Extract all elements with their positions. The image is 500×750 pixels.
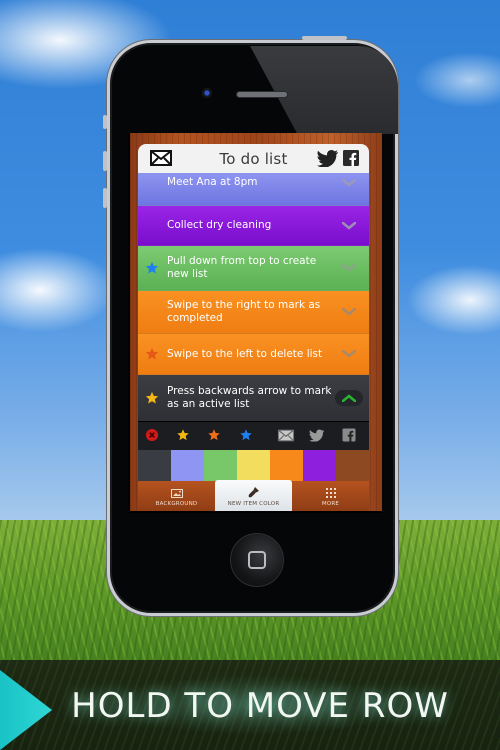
item-toolbar (138, 421, 369, 450)
tab-new-item-color[interactable]: NEW ITEM COLOR (215, 480, 292, 511)
twitter-icon[interactable] (309, 427, 325, 446)
chevron-down-icon[interactable] (342, 179, 356, 187)
mail-icon[interactable] (150, 150, 172, 170)
chevron-down-icon[interactable] (342, 221, 356, 230)
list-item[interactable]: Swipe to the right to mark as completed (138, 291, 369, 334)
image-icon (170, 489, 183, 498)
color-swatch[interactable] (171, 450, 204, 481)
color-swatch[interactable] (270, 450, 303, 481)
list-item[interactable]: Press backwards arrow to mark as an acti… (138, 375, 369, 421)
phone-device: To do list Meet Ana at 8pm Collect dry c… (103, 36, 398, 616)
earpiece-speaker (236, 91, 288, 98)
restore-arrow-button[interactable] (335, 389, 363, 406)
grid-icon (325, 488, 336, 498)
color-swatch[interactable] (237, 450, 270, 481)
color-swatch[interactable] (303, 450, 336, 481)
chevron-down-icon[interactable] (342, 308, 356, 316)
chevron-down-icon[interactable] (342, 350, 356, 358)
promo-banner: HOLD TO MOVE ROW (0, 660, 500, 750)
list-item-text: Pull down from top to create new list (167, 255, 317, 280)
tab-bar: BACKGROUND NEW ITEM COLOR MORE (138, 480, 369, 511)
star-orange-icon[interactable] (208, 427, 221, 446)
star-yellow-icon[interactable] (145, 391, 159, 405)
star-yellow-icon[interactable] (177, 427, 190, 446)
paintbrush-icon (248, 487, 259, 498)
list-item-text: Collect dry cleaning (167, 219, 272, 231)
facebook-icon[interactable] (343, 150, 359, 170)
volume-up-button (103, 151, 107, 171)
screen-glare (250, 46, 398, 134)
volume-down-button (103, 188, 107, 208)
chevron-up-icon (342, 393, 356, 402)
twitter-icon[interactable] (317, 150, 339, 171)
tab-label: NEW ITEM COLOR (227, 501, 280, 507)
list-item[interactable]: Swipe to the left to delete list (138, 334, 369, 375)
chevron-down-icon[interactable] (342, 264, 356, 272)
banner-caption: HOLD TO MOVE ROW (71, 686, 449, 726)
list-item-text: Press backwards arrow to mark as an acti… (167, 384, 332, 410)
list-item-text: Swipe to the right to mark as completed (167, 299, 321, 324)
home-square-icon (248, 551, 266, 569)
list-item[interactable]: Meet Ana at 8pm (138, 173, 369, 206)
power-button (302, 36, 347, 40)
delete-icon[interactable] (145, 427, 159, 446)
home-button[interactable] (230, 533, 284, 587)
star-blue-icon[interactable] (145, 261, 159, 275)
tab-more[interactable]: MORE (292, 481, 369, 511)
list-item[interactable]: Pull down from top to create new list (138, 246, 369, 291)
app-header: To do list (138, 144, 369, 173)
tab-label: BACKGROUND (155, 501, 198, 507)
color-swatch[interactable] (204, 450, 237, 481)
list-item[interactable]: Collect dry cleaning (138, 206, 369, 246)
tab-label: MORE (321, 501, 340, 507)
facebook-icon[interactable] (342, 427, 356, 446)
star-blue-icon[interactable] (240, 427, 253, 446)
mail-icon[interactable] (277, 427, 295, 446)
app-title: To do list (219, 149, 288, 168)
todo-app: To do list Meet Ana at 8pm Collect dry c… (138, 144, 369, 481)
list-item-text: Meet Ana at 8pm (167, 175, 258, 188)
front-camera (202, 88, 212, 98)
star-orange-icon[interactable] (145, 347, 159, 361)
color-swatches (138, 450, 369, 481)
tab-background[interactable]: BACKGROUND (138, 481, 215, 511)
color-swatch[interactable] (336, 450, 369, 481)
phone-screen: To do list Meet Ana at 8pm Collect dry c… (128, 133, 382, 513)
list-item-text: Swipe to the left to delete list (167, 347, 323, 360)
color-swatch[interactable] (138, 450, 171, 481)
mute-switch (103, 115, 107, 129)
